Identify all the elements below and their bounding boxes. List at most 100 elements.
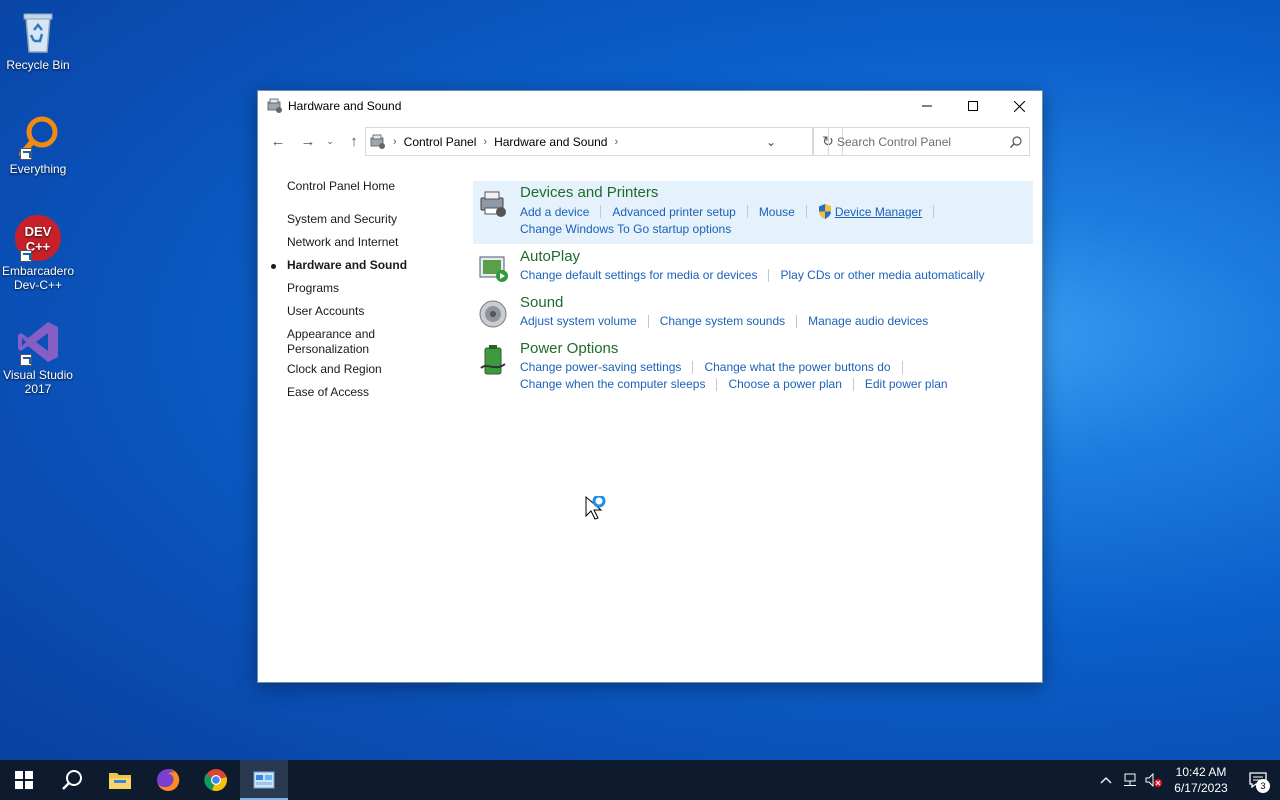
search-input[interactable] [837,134,1003,149]
search-icon [1003,135,1029,148]
arrow-up-icon: ↑ [350,132,358,150]
category-autoplay: AutoPlay Change default settings for med… [473,245,1033,291]
nav-programs[interactable]: Programs [287,281,457,296]
nav-appearance-personalization[interactable]: Appearance and Personalization [287,327,397,357]
clock[interactable]: 10:42 AM 6/17/2023 [1166,764,1236,796]
link-windows-to-go[interactable]: Change Windows To Go startup options [520,222,731,236]
link-power-saving-settings[interactable]: Change power-saving settings [520,360,681,374]
busy-cursor-icon [585,496,606,520]
link-add-device[interactable]: Add a device [520,205,589,219]
firefox-icon [157,768,180,791]
link-advanced-printer-setup[interactable]: Advanced printer setup [612,205,735,219]
chevron-down-icon: ⌄ [765,134,777,149]
link-divider [933,205,935,218]
up-button[interactable]: ↑ [340,127,368,155]
show-hidden-icons-button[interactable] [1094,760,1118,800]
link-divider [805,205,807,218]
network-icon [1124,773,1136,786]
breadcrumb-separator-icon: › [393,135,397,148]
network-button[interactable] [1118,760,1142,800]
link-power-buttons[interactable]: Change what the power buttons do [704,360,890,374]
category-title[interactable]: Sound [520,294,563,311]
desktop-icon-label: Recycle Bin [6,58,70,72]
category-title[interactable]: Devices and Printers [520,184,658,201]
nav-ease-of-access[interactable]: Ease of Access [287,385,457,400]
start-button[interactable] [0,760,48,800]
nav-hardware-sound[interactable]: Hardware and Sound [271,258,457,273]
link-divider [796,314,798,328]
desktop-icon-everything[interactable]: Everything [0,112,76,176]
back-button[interactable]: ← [264,127,292,155]
address-dropdown-button[interactable]: ⌄ [760,128,782,155]
shortcut-arrow-icon [20,250,32,262]
nav-control-panel-home[interactable]: Control Panel Home [287,179,457,194]
nav-system-security[interactable]: System and Security [287,212,457,227]
search-box[interactable] [828,127,1030,156]
system-tray: 10:42 AM 6/17/2023 3 [1094,760,1280,800]
everything-search-icon [14,112,62,160]
desktop-icon-devcpp[interactable]: DEV C++ Embarcadero Dev-C++ [0,214,76,292]
control-panel-window: Hardware and Sound ← → ⌄ ↑ › Control Pan… [257,90,1043,683]
category-title[interactable]: AutoPlay [520,248,580,265]
recent-locations-button[interactable]: ⌄ [322,127,338,155]
breadcrumb-control-panel[interactable]: Control Panel [404,135,477,149]
forward-button[interactable]: → [294,127,322,155]
battery-power-icon [480,345,506,375]
link-edit-power-plan[interactable]: Edit power plan [865,377,948,391]
link-divider [746,205,748,218]
close-button[interactable] [996,91,1042,121]
link-manage-audio-devices[interactable]: Manage audio devices [808,314,928,328]
link-change-system-sounds[interactable]: Change system sounds [660,314,785,328]
nav-network-internet[interactable]: Network and Internet [287,235,457,250]
desktop-icon-label: Everything [9,162,67,176]
nav-clock-region[interactable]: Clock and Region [287,362,457,377]
breadcrumb-separator-icon[interactable]: › [614,136,618,148]
category-sound: Sound Adjust system volume Change system… [473,291,1033,337]
taskbar-firefox[interactable] [144,760,192,800]
folder-icon [109,773,131,789]
link-divider [852,377,854,391]
action-center-button[interactable]: 3 [1236,760,1280,800]
maximize-button[interactable] [950,91,996,121]
desktop-icon-recycle-bin[interactable]: Recycle Bin [0,8,76,72]
arrow-left-icon: ← [270,132,286,150]
link-play-cds[interactable]: Play CDs or other media automatically [780,268,984,282]
link-change-default-media[interactable]: Change default settings for media or dev… [520,268,757,282]
taskbar-chrome[interactable] [192,760,240,800]
category-title[interactable]: Power Options [520,340,618,357]
windows-logo-icon [15,771,33,789]
link-choose-power-plan[interactable]: Choose a power plan [728,377,841,391]
desktop-icon-label: Embarcadero Dev-C++ [1,264,75,292]
recycle-bin-icon [14,8,62,56]
speaker-icon [479,300,507,328]
breadcrumb-separator-icon[interactable]: › [483,136,487,148]
close-icon [1013,100,1025,112]
hardware-sound-icon [370,134,385,149]
nav-user-accounts[interactable]: User Accounts [287,304,457,319]
notification-badge: 3 [1256,779,1270,793]
devcpp-icon: DEV C++ [14,214,62,262]
chevron-up-icon [1100,777,1112,784]
clock-date: 6/17/2023 [1174,781,1228,795]
breadcrumb-hardware-sound[interactable]: Hardware and Sound [494,135,607,149]
taskbar-file-explorer[interactable] [96,760,144,800]
svg-text:DEV: DEV [25,224,52,239]
address-bar[interactable]: › Control Panel › Hardware and Sound › ⌄… [365,127,843,156]
taskbar-control-panel[interactable] [240,760,288,800]
link-computer-sleeps[interactable]: Change when the computer sleeps [520,377,705,391]
link-divider [647,314,649,328]
desktop-icon-visual-studio[interactable]: Visual Studio 2017 [0,318,76,396]
category-devices-printers: Devices and Printers Add a device Advanc… [473,181,1033,244]
chevron-down-icon: ⌄ [326,135,334,146]
category-power-options: Power Options Change power-saving settin… [473,337,1033,401]
link-mouse[interactable]: Mouse [759,205,795,219]
taskbar-search-button[interactable] [48,760,96,800]
visual-studio-icon [14,318,62,366]
title-bar[interactable]: Hardware and Sound [258,91,1042,121]
volume-button[interactable] [1142,760,1166,800]
link-adjust-volume[interactable]: Adjust system volume [520,314,637,328]
link-divider [716,377,718,391]
minimize-button[interactable] [904,91,950,121]
clock-time: 10:42 AM [1175,765,1227,779]
link-device-manager[interactable]: Device Manager [835,205,922,219]
